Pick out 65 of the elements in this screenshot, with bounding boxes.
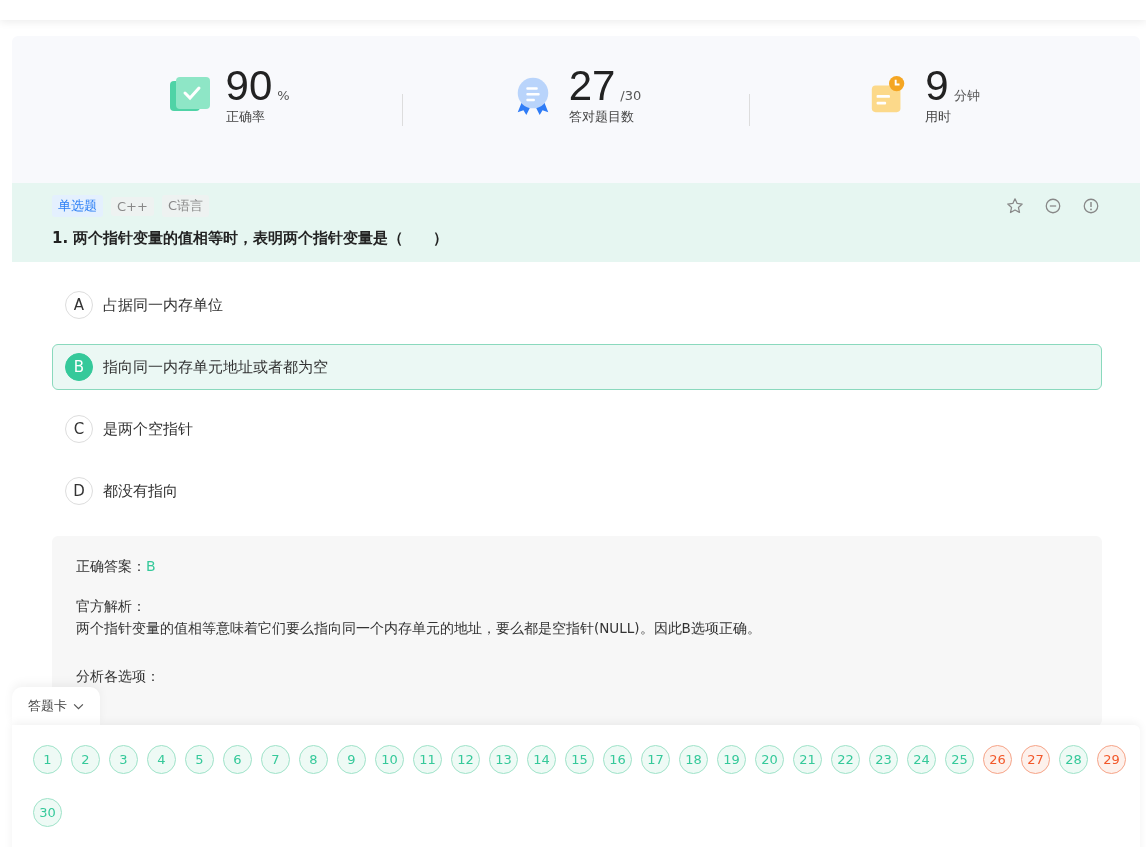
question-number[interactable]: 2 xyxy=(71,745,100,774)
question-number[interactable]: 30 xyxy=(33,798,62,827)
option-letter: D xyxy=(65,477,93,505)
answer-option[interactable]: D 都没有指向 xyxy=(52,468,1102,514)
question-number[interactable]: 22 xyxy=(831,745,860,774)
tag: C语言 xyxy=(161,195,209,217)
analysis-text: 两个指针变量的值相等意味着它们要么指向同一个内存单元的地址，要么都是空指针(NULL)。因此B选项正确。 xyxy=(76,620,762,638)
question-number[interactable]: 20 xyxy=(755,745,784,774)
question-number[interactable]: 9 xyxy=(337,745,366,774)
question-number[interactable]: 5 xyxy=(185,745,214,774)
stat-label: 用时 xyxy=(925,107,953,126)
answer-card-tab[interactable]: 答题卡 xyxy=(12,687,100,725)
chevron-down-icon xyxy=(73,702,84,710)
question-number[interactable]: 19 xyxy=(717,745,746,774)
question-number[interactable]: 1 xyxy=(33,745,62,774)
question-number[interactable]: 25 xyxy=(945,745,974,774)
analysis-subheading: 分析各选项： xyxy=(76,668,161,686)
question-number[interactable]: 6 xyxy=(223,745,252,774)
question-number[interactable]: 4 xyxy=(147,745,176,774)
stat-label: 正确率 xyxy=(225,107,266,126)
option-letter: C xyxy=(65,415,93,443)
question-number[interactable]: 8 xyxy=(299,745,328,774)
answer-option[interactable]: B 指向同一内存单元地址或者都为空 xyxy=(52,344,1102,390)
question-number[interactable]: 15 xyxy=(565,745,594,774)
question-number[interactable]: 10 xyxy=(375,745,404,774)
star-icon[interactable] xyxy=(1006,197,1024,215)
tag: C++ xyxy=(111,196,154,216)
question-number[interactable]: 13 xyxy=(489,745,518,774)
question-number[interactable]: 29 xyxy=(1097,745,1126,774)
question-number[interactable]: 23 xyxy=(869,745,898,774)
stat-value: 90 xyxy=(225,63,273,108)
warning-icon[interactable] xyxy=(1082,197,1100,215)
correct-answer: B xyxy=(146,558,156,574)
option-text: 是两个空指针 xyxy=(103,419,193,439)
question-number[interactable]: 21 xyxy=(793,745,822,774)
question-number[interactable]: 14 xyxy=(527,745,556,774)
option-text: 都没有指向 xyxy=(103,481,178,501)
option-text: 占据同一内存单位 xyxy=(103,295,223,315)
question-number[interactable]: 11 xyxy=(413,745,442,774)
answer-label: 正确答案： xyxy=(76,558,146,574)
minus-circle-icon[interactable] xyxy=(1044,197,1062,215)
question-number[interactable]: 26 xyxy=(983,745,1012,774)
stat-value: 27 xyxy=(568,63,616,108)
question-title: 1. 两个指针变量的值相等时，表明两个指针变量是（ ） xyxy=(52,229,450,248)
question-number[interactable]: 24 xyxy=(907,745,936,774)
option-text: 指向同一内存单元地址或者都为空 xyxy=(103,357,328,377)
stat-label: 答对题目数 xyxy=(568,107,635,126)
stat-value: 9 xyxy=(925,63,949,108)
question-number[interactable]: 12 xyxy=(451,745,480,774)
analysis-heading: 官方解析： xyxy=(76,598,147,616)
question-number[interactable]: 28 xyxy=(1059,745,1088,774)
tag: 单选题 xyxy=(52,195,103,217)
question-number[interactable]: 16 xyxy=(603,745,632,774)
option-letter: B xyxy=(65,353,93,381)
stat-unit: 分钟 xyxy=(953,86,980,105)
question-number[interactable]: 17 xyxy=(641,745,670,774)
question-number[interactable]: 7 xyxy=(261,745,290,774)
question-number[interactable]: 18 xyxy=(679,745,708,774)
stat-unit: /30 xyxy=(620,87,642,103)
answer-option[interactable]: A 占据同一内存单位 xyxy=(52,282,1102,328)
option-letter: A xyxy=(65,291,93,319)
question-number[interactable]: 3 xyxy=(109,745,138,774)
question-number[interactable]: 27 xyxy=(1021,745,1050,774)
stat-unit: % xyxy=(277,87,290,103)
answer-option[interactable]: C 是两个空指针 xyxy=(52,406,1102,452)
